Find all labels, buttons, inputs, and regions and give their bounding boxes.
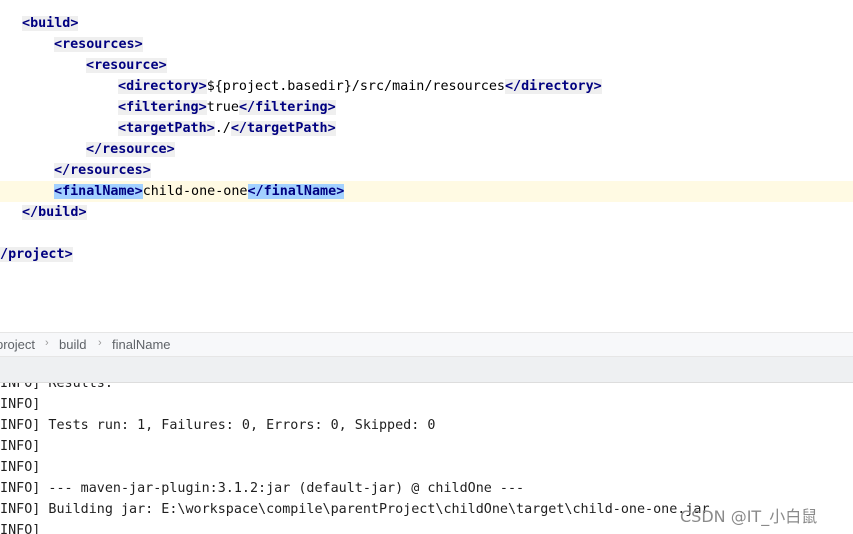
chevron-right-icon: ›	[45, 337, 49, 349]
console-line: [INFO]	[0, 439, 41, 454]
breadcrumb-item-build[interactable]: build	[59, 337, 86, 352]
xml-tag-highlighted: </finalName>	[247, 184, 345, 199]
xml-tag: <resources>	[54, 37, 143, 52]
chevron-right-icon: ›	[98, 337, 102, 349]
console-line: [INFO]	[0, 397, 41, 412]
code-line: <filtering>true</filtering>	[118, 100, 336, 115]
watermark: CSDN @IT_小白鼠	[680, 507, 818, 526]
code-line: </project>	[0, 244, 845, 265]
breadcrumb-item-project[interactable]: project	[0, 337, 35, 352]
console-line: [INFO] Results:	[0, 383, 113, 391]
breadcrumb: project › build › finalName	[0, 332, 853, 357]
xml-tag: <filtering>	[118, 100, 207, 115]
xml-tag: </build>	[22, 205, 87, 220]
code-line: </resource>	[0, 139, 853, 160]
code-line: <resource>	[0, 55, 853, 76]
code-line: <build>	[0, 13, 853, 34]
console-toolbar	[0, 357, 853, 383]
xml-tag-highlighted: <finalName>	[54, 184, 143, 199]
xml-tag: </resources>	[54, 163, 151, 178]
console-line: [INFO] --- maven-jar-plugin:3.1.2:jar (d…	[0, 481, 525, 496]
code-line: <resources>	[0, 34, 853, 55]
xml-tag: <resource>	[86, 58, 167, 73]
code-line: </build>	[0, 202, 853, 223]
xml-tag: <targetPath>	[118, 121, 215, 136]
code-line: </resources>	[0, 160, 853, 181]
xml-tag: </directory>	[504, 79, 602, 94]
xml-tag: <build>	[22, 16, 79, 31]
xml-tag: <directory>	[118, 79, 207, 94]
xml-tag: </filtering>	[238, 100, 336, 115]
xml-tag: </resource>	[86, 142, 175, 157]
xml-tag: </project>	[0, 247, 73, 262]
console-line: [INFO]	[0, 460, 41, 475]
breadcrumb-item-finalname[interactable]: finalName	[112, 337, 171, 352]
console-line: [INFO] Tests run: 1, Failures: 0, Errors…	[0, 418, 436, 433]
code-line: <directory>${project.basedir}/src/main/r…	[118, 79, 602, 94]
code-line: <targetPath>./</targetPath>	[118, 121, 336, 136]
code-line-current: <finalName>child-one-one</finalName>	[0, 181, 853, 202]
code-editor[interactable]: <build> <resources> <resource> <director…	[0, 0, 853, 332]
xml-tag: </targetPath>	[230, 121, 336, 136]
